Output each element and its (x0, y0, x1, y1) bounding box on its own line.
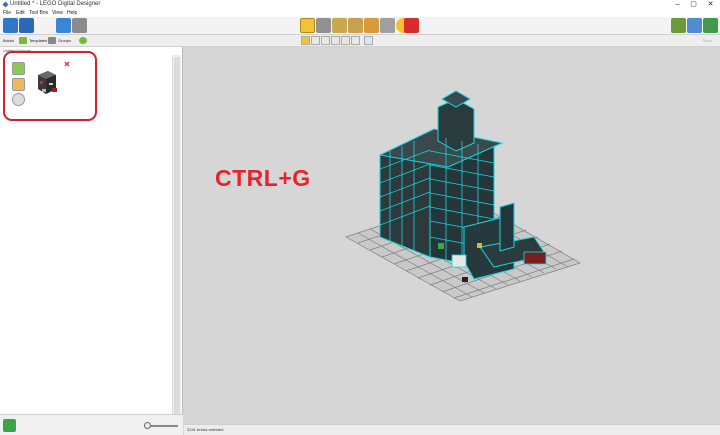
undo-icon[interactable] (56, 18, 71, 33)
remove-group-icon[interactable] (64, 61, 70, 67)
create-group-button[interactable] (12, 62, 25, 75)
select-multiple-icon[interactable] (311, 36, 320, 45)
menu-edit[interactable]: Edit (16, 9, 25, 17)
groups-panel: Untitled Groups (0, 47, 183, 435)
clone-tool-icon[interactable] (316, 18, 331, 33)
panel-scrollbar[interactable] (172, 55, 181, 421)
group-settings-button[interactable] (12, 93, 25, 106)
send-label[interactable]: Send (703, 37, 712, 44)
title-bar: Untitled * - LEGO Digital Designer – ▢ ✕ (0, 0, 720, 9)
select-single-icon[interactable] (301, 36, 310, 45)
panel-bottom-bar (0, 414, 183, 435)
save-icon[interactable] (19, 18, 34, 33)
menu-file[interactable]: File (3, 9, 11, 17)
hinge-align-tool-icon[interactable] (348, 18, 363, 33)
ctrl-g-annotation: CTRL+G (215, 165, 311, 191)
view-mode-icon[interactable] (687, 18, 702, 33)
add-model-icon[interactable] (3, 419, 16, 432)
tab-templates[interactable]: Templates (29, 37, 47, 44)
palette-tab-bar: Bricks Templates Groups Send (0, 35, 720, 47)
menu-bar: File Edit Tool Box View Help (0, 9, 720, 17)
window-title: Untitled * - LEGO Digital Designer (10, 1, 101, 7)
tab-groups[interactable]: Groups (58, 37, 71, 44)
maximize-button[interactable]: ▢ (687, 0, 700, 9)
redo-icon[interactable] (72, 18, 87, 33)
close-button[interactable]: ✕ (704, 0, 717, 9)
edit-group-button[interactable] (12, 78, 25, 91)
build-mode-icon[interactable] (671, 18, 686, 33)
menu-view[interactable]: View (52, 9, 63, 17)
minimize-button[interactable]: – (671, 0, 684, 9)
select-color-icon[interactable] (331, 36, 340, 45)
menu-toolbox[interactable]: Tool Box (29, 9, 48, 17)
new-file-icon[interactable] (3, 18, 18, 33)
building-guide-icon[interactable] (703, 18, 718, 33)
zoom-slider-track[interactable] (150, 425, 178, 427)
zoom-slider-handle[interactable] (144, 422, 151, 429)
main-toolbar (0, 17, 720, 35)
select-tool-icon[interactable] (300, 18, 315, 33)
scroll-thumb[interactable] (174, 57, 180, 417)
invert-selection-icon[interactable] (364, 36, 373, 45)
select-connected-icon[interactable] (321, 36, 330, 45)
groups-icon[interactable] (79, 37, 87, 44)
status-bar: 2241 bricks selected (184, 424, 720, 435)
status-text: 2241 bricks selected (187, 427, 224, 432)
select-shape-icon[interactable] (341, 36, 350, 45)
paint-tool-icon[interactable] (380, 18, 395, 33)
select-color-shape-icon[interactable] (351, 36, 360, 45)
build-canvas[interactable]: CTRL+G (184, 47, 720, 424)
flex-tool-icon[interactable] (364, 18, 379, 33)
delete-tool-icon[interactable] (404, 18, 419, 33)
templates-icon[interactable] (48, 37, 56, 44)
model-wireframe[interactable] (184, 47, 720, 424)
app-icon (2, 1, 9, 8)
hinge-tool-icon[interactable] (332, 18, 347, 33)
bricks-icon[interactable] (19, 37, 27, 44)
tab-bricks[interactable]: Bricks (3, 37, 14, 44)
menu-help[interactable]: Help (67, 9, 77, 17)
group-thumbnail[interactable] (34, 69, 60, 97)
